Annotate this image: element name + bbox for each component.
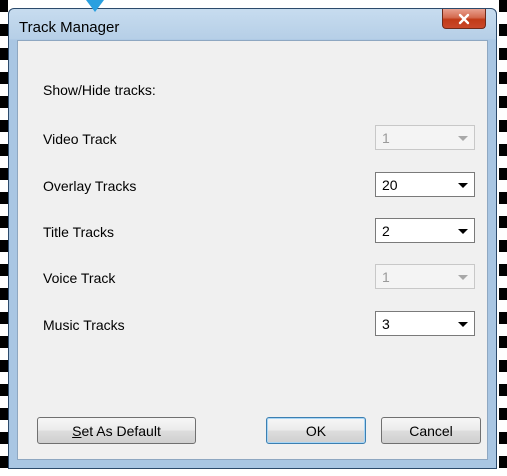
set-as-default-button[interactable]: Set As Default (37, 417, 196, 444)
title-tracks-value: 2 (382, 223, 390, 239)
left-border-strip (0, 0, 8, 476)
music-tracks-select[interactable]: 3 (375, 311, 475, 336)
dialog-client-area: Show/Hide tracks: Video Track 1 Overlay … (17, 40, 488, 460)
cancel-button[interactable]: Cancel (381, 417, 481, 444)
ok-button[interactable]: OK (266, 417, 366, 444)
set-default-mnemonic: S (72, 422, 82, 439)
overlay-tracks-label: Overlay Tracks (43, 178, 137, 194)
voice-track-label: Voice Track (43, 270, 116, 286)
chevron-down-icon (458, 136, 468, 141)
set-default-label: et As Default (81, 422, 161, 439)
overlay-tracks-value: 20 (382, 177, 398, 193)
close-button[interactable] (442, 9, 486, 29)
overlay-tracks-select[interactable]: 20 (375, 172, 475, 197)
music-tracks-label: Music Tracks (43, 317, 125, 333)
close-icon (458, 13, 470, 24)
chevron-down-icon (458, 229, 468, 234)
video-track-select: 1 (375, 125, 475, 150)
chevron-down-icon (458, 275, 468, 280)
track-manager-window: Track Manager Show/Hide tracks: Video Tr… (8, 8, 497, 469)
ok-label: OK (305, 422, 327, 439)
pointer-arrow-icon (86, 0, 104, 12)
title-tracks-select[interactable]: 2 (375, 218, 475, 243)
video-track-label: Video Track (43, 131, 117, 147)
title-tracks-label: Title Tracks (43, 224, 115, 240)
voice-track-select: 1 (375, 264, 475, 289)
video-track-value: 1 (382, 130, 390, 146)
window-title: Track Manager (19, 19, 120, 36)
music-tracks-value: 3 (382, 316, 390, 332)
cancel-label: Cancel (409, 422, 453, 439)
chevron-down-icon (458, 183, 468, 188)
show-hide-heading: Show/Hide tracks: (43, 82, 156, 98)
right-border-strip (499, 0, 507, 476)
voice-track-value: 1 (382, 269, 390, 285)
chevron-down-icon (458, 322, 468, 327)
